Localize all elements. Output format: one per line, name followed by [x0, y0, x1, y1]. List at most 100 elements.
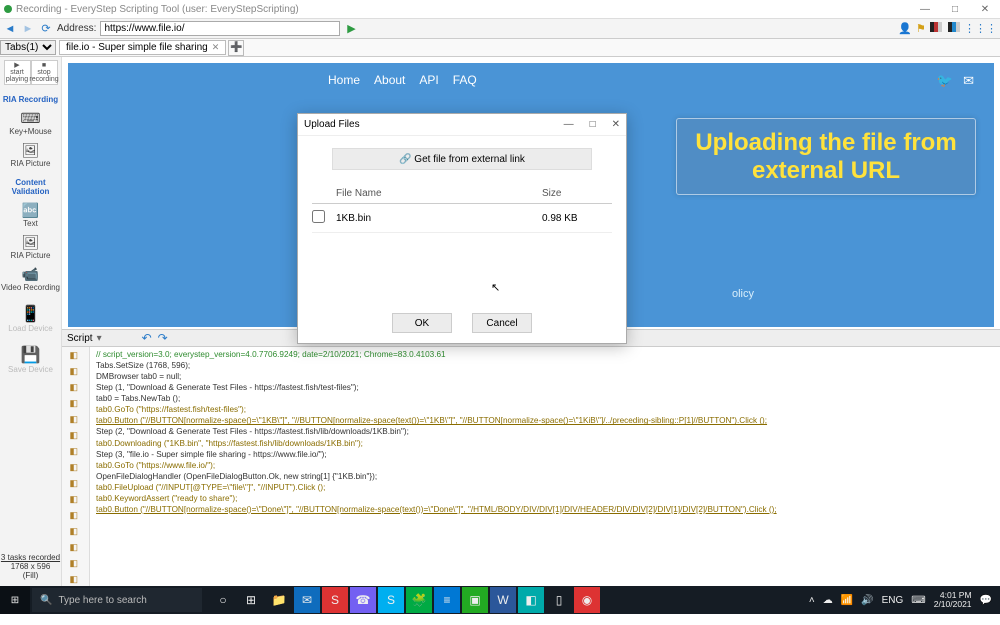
window-title: Recording - EveryStep Scripting Tool (us… — [16, 4, 299, 15]
policy-text-fragment: olicy — [732, 288, 754, 300]
search-placeholder: Type here to search — [58, 595, 146, 606]
script-code[interactable]: // script_version=3.0; everystep_version… — [90, 347, 1000, 586]
flag-icon[interactable]: ⚑ — [916, 22, 926, 35]
maximize-icon[interactable]: □ — [940, 4, 970, 15]
dialog-maximize-icon[interactable]: □ — [590, 119, 596, 130]
tab-close-icon[interactable]: ✕ — [212, 42, 220, 53]
new-tab-button[interactable]: ➕ — [228, 40, 244, 56]
upload-files-dialog: Upload Files — □ ✕ 🔗 Get file from exter… — [297, 113, 627, 344]
dialog-table-header: File Name Size — [312, 184, 612, 204]
taskview-icon[interactable]: ⊞ — [238, 587, 264, 613]
vscode-icon[interactable]: ≡ — [434, 587, 460, 613]
taskbar-clock[interactable]: 4:01 PM2/10/2021 — [934, 591, 972, 610]
app-green-icon[interactable]: ▣ — [462, 587, 488, 613]
search-icon: 🔍 — [40, 595, 52, 606]
address-label: Address: — [57, 23, 96, 34]
taskbar-search[interactable]: 🔍 Type here to search — [32, 588, 202, 612]
explorer-icon[interactable]: 📁 — [266, 587, 292, 613]
keyboard-icon[interactable]: ⌨ — [911, 595, 925, 606]
outlook-icon[interactable]: ✉ — [294, 587, 320, 613]
user-icon[interactable]: 👤 — [898, 22, 912, 35]
tabs-selector[interactable]: Tabs(1) — [0, 40, 56, 55]
undo-icon[interactable]: ↶ — [142, 331, 152, 345]
address-input[interactable] — [100, 21, 340, 36]
nav-faq[interactable]: FAQ — [453, 73, 477, 87]
get-file-external-button[interactable]: 🔗 Get file from external link — [332, 148, 592, 170]
site-nav: Home About API FAQ — [328, 73, 477, 87]
word-icon[interactable]: W — [490, 587, 516, 613]
dialog-title: Upload Files — [304, 119, 360, 130]
twitter-icon[interactable]: 🐦 — [937, 73, 953, 89]
script-label: Script — [67, 333, 93, 344]
script-gutter: ◧◧◧◧◧◧◧◧◧◧◧◧◧◧◧ — [62, 347, 90, 586]
skype-icon[interactable]: S — [378, 587, 404, 613]
dialog-minimize-icon[interactable]: — — [564, 119, 574, 130]
save-device-button[interactable]: 💾Save Device — [8, 345, 53, 374]
windows-taskbar: ⊞ 🔍 Type here to search ○ ⊞ 📁 ✉ S ☎ S 🧩 … — [0, 586, 1000, 614]
address-toolbar: ◄ ► ⟳ Address: ▶ 👤 ⚑ ⋮⋮⋮ — [0, 19, 1000, 39]
tool-ria-picture-2[interactable]: 🖼RIA Picture — [10, 234, 50, 260]
nine-dots-icon[interactable]: ⋮⋮⋮ — [964, 22, 997, 35]
lang-indicator[interactable]: ENG — [882, 595, 904, 606]
wifi-icon[interactable]: 📶 — [841, 595, 853, 606]
section-video-recording[interactable]: 📹Video Recording — [1, 266, 60, 292]
nav-api[interactable]: API — [419, 73, 438, 87]
tab-label: file.io - Super simple file sharing — [66, 42, 208, 53]
cortana-icon[interactable]: ○ — [210, 587, 236, 613]
cloud-icon[interactable]: ☁ — [823, 595, 833, 606]
script-pane: ◧◧◧◧◧◧◧◧◧◧◧◧◧◧◧ // script_version=3.0; e… — [62, 347, 1000, 586]
nav-about[interactable]: About — [374, 73, 405, 87]
load-device-button[interactable]: 📱Load Device — [8, 304, 52, 333]
status-block: 3 tasks recorded 1768 x 596 (Fill) — [1, 553, 60, 580]
window-titlebar: Recording - EveryStep Scripting Tool (us… — [0, 0, 1000, 19]
left-sidebar: ▶start playing ■stop recording RIA Recor… — [0, 57, 62, 586]
go-icon[interactable]: ▶ — [344, 22, 358, 36]
app-teal-icon[interactable]: ◧ — [518, 587, 544, 613]
col-size: Size — [542, 188, 612, 199]
back-icon[interactable]: ◄ — [3, 22, 17, 36]
viber-icon[interactable]: ☎ — [350, 587, 376, 613]
start-button[interactable]: ⊞ — [0, 586, 30, 614]
forward-icon[interactable]: ► — [21, 22, 35, 36]
viewport-dims: 1768 x 596 — [1, 562, 60, 571]
tab-row: Tabs(1) file.io - Super simple file shar… — [0, 39, 1000, 57]
start-playing-button[interactable]: ▶start playing — [4, 60, 31, 85]
palette-icon — [930, 22, 960, 35]
mouse-cursor-icon: ↖ — [491, 281, 500, 294]
script-dropdown-icon[interactable]: ▾ — [97, 333, 102, 344]
system-tray: ˄ ☁ 📶 🔊 ENG ⌨ 4:01 PM2/10/2021 💬 — [809, 591, 1000, 610]
file-row[interactable]: 1KB.bin 0.98 KB — [312, 204, 612, 233]
file-size-cell: 0.98 KB — [542, 213, 612, 224]
section-content-validation: Content Validation — [0, 178, 61, 196]
recorder-icon[interactable]: ◉ — [574, 587, 600, 613]
everystep-icon[interactable]: 🧩 — [406, 587, 432, 613]
browser-tab[interactable]: file.io - Super simple file sharing ✕ — [59, 40, 226, 55]
col-file-name: File Name — [336, 188, 542, 199]
tool-key-mouse[interactable]: ⌨Key+Mouse — [9, 110, 51, 136]
viewport-fill: (Fill) — [1, 571, 60, 580]
volume-icon[interactable]: 🔊 — [861, 595, 873, 606]
ok-button[interactable]: OK — [392, 313, 452, 333]
stop-recording-button[interactable]: ■stop recording — [31, 60, 58, 85]
nav-home[interactable]: Home — [328, 73, 360, 87]
dialog-close-icon[interactable]: ✕ — [612, 119, 620, 130]
notes-icon[interactable]: ▯ — [546, 587, 572, 613]
taskbar-apps: ○ ⊞ 📁 ✉ S ☎ S 🧩 ≡ ▣ W ◧ ▯ ◉ — [210, 587, 600, 613]
redo-icon[interactable]: ↷ — [158, 331, 168, 345]
refresh-icon[interactable]: ⟳ — [39, 22, 53, 36]
tool-text[interactable]: 🔤Text — [22, 202, 39, 228]
file-checkbox[interactable] — [312, 210, 325, 223]
record-indicator-icon — [4, 5, 12, 13]
file-name-cell: 1KB.bin — [336, 213, 542, 224]
cancel-button[interactable]: Cancel — [472, 313, 532, 333]
mail-icon[interactable]: ✉ — [963, 73, 974, 89]
app-red-icon[interactable]: S — [322, 587, 348, 613]
tasks-recorded-link[interactable]: 3 tasks recorded — [1, 553, 60, 562]
section-ria-recording: RIA Recording — [3, 95, 58, 104]
close-icon[interactable]: ✕ — [970, 4, 1000, 15]
tray-chevron-icon[interactable]: ˄ — [809, 595, 815, 606]
tool-ria-picture-1[interactable]: 🖼RIA Picture — [10, 142, 50, 168]
tutorial-annotation: Uploading the file from external URL — [676, 118, 976, 195]
notifications-icon[interactable]: 💬 — [980, 595, 992, 606]
minimize-icon[interactable]: — — [910, 4, 940, 15]
